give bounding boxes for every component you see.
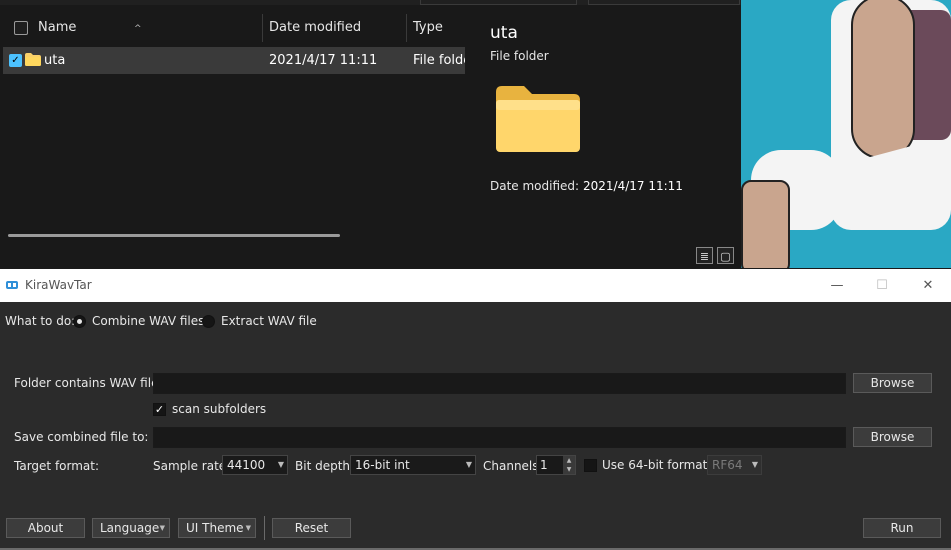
large-folder-icon [496,86,580,152]
status-bar: ≣ ▢ [0,243,741,268]
bit-depth-value: 16-bit int [355,458,410,472]
address-bar[interactable] [420,0,577,5]
sample-rate-label: Sample rate [153,459,227,473]
sample-rate-select[interactable]: 44100 ▼ [222,455,288,475]
spin-up-icon[interactable]: ▲ [563,456,575,465]
bit-depth-select[interactable]: 16-bit int ▼ [350,455,476,475]
search-box[interactable] [588,0,740,5]
file-row-uta[interactable]: ✓ uta 2021/4/17 11:11 File folder [3,47,465,74]
toolbar-separator [264,516,265,540]
folder-label: Folder contains WAV files: [14,376,169,390]
close-button[interactable]: ✕ [905,269,951,302]
file-name: uta [44,53,66,68]
chevron-down-icon: ▼ [245,524,251,532]
file-date-modified: 2021/4/17 11:11 [269,53,378,68]
app-icon [6,281,18,289]
channels-label: Channels [483,459,539,473]
row-checkbox[interactable]: ✓ [9,54,22,67]
minimize-button[interactable]: — [814,269,860,302]
chevron-down-icon: ▼ [159,524,165,532]
reset-button[interactable]: Reset [272,518,351,538]
browse-save-button[interactable]: Browse [853,427,932,447]
details-pane: uta File folder Date modified: 2021/4/17… [466,14,741,243]
combine-radio[interactable] [73,315,86,328]
scan-subfolders-checkbox[interactable]: ✓ [153,403,166,416]
browse-folder-button[interactable]: Browse [853,373,932,393]
channels-spinbox[interactable]: 1 ▲ ▼ [536,455,576,475]
extract-radio[interactable] [202,315,215,328]
rf64-select: RF64 ▼ [707,455,762,475]
target-format-label: Target format: [14,459,100,473]
details-date-label: Date modified: [490,179,580,193]
details-view-icon[interactable]: ≣ [696,247,713,264]
language-button[interactable]: Language ▼ [92,518,170,538]
sort-ascending-icon: ^ [134,24,142,34]
chevron-down-icon: ▼ [465,460,472,469]
scan-subfolders-label[interactable]: scan subfolders [172,402,266,416]
column-header-date-modified[interactable]: Date modified [269,14,361,42]
chevron-down-icon: ▼ [277,460,284,469]
file-type: File folder [413,53,465,68]
column-header-type[interactable]: Type [413,14,443,42]
file-explorer-window: ^ Name Date modified Type ✓ uta 2021/4/1… [0,0,741,268]
sample-rate-value: 44100 [227,458,266,472]
combine-radio-label[interactable]: Combine WAV files [92,314,204,328]
ui-theme-label: UI Theme [186,521,244,535]
use-64bit-checkbox[interactable] [584,459,597,472]
folder-input[interactable] [153,373,846,394]
mode-label: What to do: [5,314,76,328]
column-divider[interactable] [262,14,263,42]
use-64bit-label[interactable]: Use 64-bit format [602,458,707,472]
window-title: KiraWavTar [25,278,92,292]
save-path-input[interactable] [153,427,846,448]
chevron-down-icon: ▼ [751,460,758,469]
title-bar: KiraWavTar — ☐ ✕ [0,269,951,302]
about-button[interactable]: About [6,518,85,538]
horizontal-scrollbar[interactable] [8,234,340,237]
ui-theme-button[interactable]: UI Theme ▼ [178,518,256,538]
details-title: uta [490,23,518,43]
wallpaper-art [741,0,951,272]
save-label: Save combined file to: [14,430,149,444]
channels-value: 1 [540,458,548,472]
run-button[interactable]: Run [863,518,941,538]
details-date-value: 2021/4/17 11:11 [583,179,683,193]
column-header-row: ^ Name Date modified Type [0,14,466,42]
folder-icon [25,53,41,66]
select-all-checkbox[interactable] [14,21,28,35]
extract-radio-label[interactable]: Extract WAV file [221,314,317,328]
language-label: Language [100,521,160,535]
bit-depth-label: Bit depth [295,459,351,473]
details-subtitle: File folder [490,49,549,63]
maximize-button[interactable]: ☐ [859,269,905,302]
rf64-value: RF64 [712,458,743,472]
spin-down-icon[interactable]: ▼ [563,465,575,474]
explorer-toolbar-edge [0,0,741,5]
kirawavtar-window: KiraWavTar — ☐ ✕ What to do: Combine WAV… [0,268,951,550]
column-header-name[interactable]: Name [38,14,76,42]
large-icons-view-icon[interactable]: ▢ [717,247,734,264]
column-divider[interactable] [406,14,407,42]
